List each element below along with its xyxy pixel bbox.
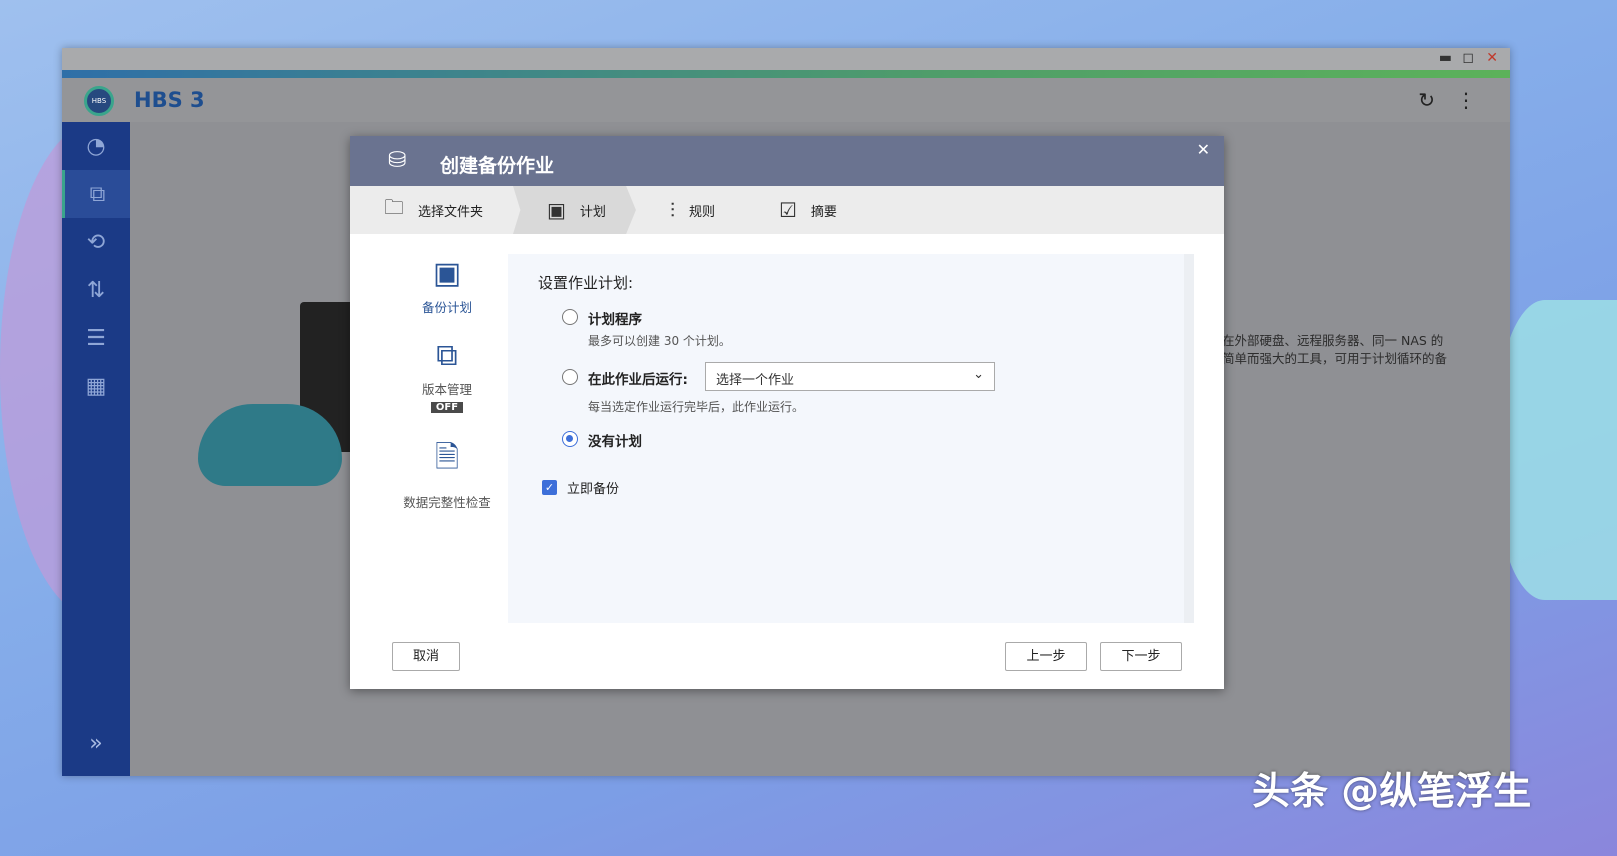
cancel-button[interactable]: 取消 <box>392 642 460 671</box>
accent-stripe <box>62 70 1510 78</box>
sidebar-item-restore[interactable]: ⟲ <box>62 218 130 266</box>
nav-version-management[interactable]: ⧉ 版本管理 OFF <box>394 338 500 413</box>
radio-no-schedule[interactable] <box>562 431 578 447</box>
close-window-button[interactable]: ✕ <box>1486 50 1498 66</box>
nav-integrity-check[interactable]: 🗎 数据完整性检查 <box>394 435 500 511</box>
app-title: HBS 3 <box>134 88 205 112</box>
sidebar-item-backup[interactable]: ⧉ <box>62 170 130 218</box>
radio-scheduler[interactable] <box>562 309 578 325</box>
versions-icon: ⧉ <box>436 338 458 373</box>
clipboard-icon: ☑ <box>778 198 797 222</box>
expand-sidebar-button[interactable]: » <box>62 731 130 756</box>
sidebar: ◔ ⧉ ⟲ ⇅ ☰ ▦ » <box>62 122 130 776</box>
more-menu-icon[interactable]: ⋮ <box>1456 88 1476 112</box>
close-dialog-button[interactable]: ✕ <box>1197 140 1210 159</box>
radio-label: 没有计划 <box>588 434 642 450</box>
next-button[interactable]: 下一步 <box>1100 642 1182 671</box>
calendar-icon: ▣ <box>432 256 462 291</box>
refresh-icon[interactable]: ↻ <box>1418 88 1435 112</box>
step-label: 规则 <box>688 204 715 220</box>
minimize-button[interactable]: ▬ <box>1439 50 1452 66</box>
sidebar-item-storage[interactable]: ☰ <box>62 314 130 362</box>
backup-icon: ⧉ <box>89 181 106 207</box>
nav-label: 数据完整性检查 <box>403 495 491 510</box>
dialog-title: 创建备份作业 <box>440 155 555 177</box>
maximize-button[interactable]: ◻ <box>1462 50 1474 66</box>
sidebar-item-sync[interactable]: ⇅ <box>62 266 130 314</box>
radio-run-after-job[interactable] <box>562 369 578 385</box>
description-line: 简单而强大的工具，可用于计划循环的备 <box>1222 351 1448 366</box>
app-header: HBS HBS 3 ↻ ⋮ <box>62 78 1510 122</box>
step-label: 计划 <box>579 204 606 220</box>
radio-description: 最多可以创建 30 个计划。 <box>588 334 731 348</box>
step-summary[interactable]: ☑ 摘要 <box>745 186 867 234</box>
backup-job-icon: ⛁ <box>388 148 407 173</box>
document-search-icon: 🗎 <box>434 440 460 475</box>
sync-icon: ⇅ <box>86 277 106 303</box>
previous-button[interactable]: 上一步 <box>1005 642 1087 671</box>
background-description: 在外部硬盘、远程服务器、同一 NAS 的 简单而强大的工具，可用于计划循环的备 <box>1222 332 1447 368</box>
step-select-folder[interactable]: 🗀 选择文件夹 <box>350 186 513 234</box>
restore-icon: ⟲ <box>86 229 106 255</box>
checkbox-label: 立即备份 <box>567 482 620 497</box>
dialog-header: ⛁ 创建备份作业 ✕ <box>350 136 1224 186</box>
sidebar-item-services[interactable]: ▦ <box>62 362 130 410</box>
wizard-steps: 🗀 选择文件夹 ▣ 计划 ⫶ 规则 ☑ 摘要 <box>350 186 1224 234</box>
window-titlebar: ▬ ◻ ✕ <box>62 48 1510 70</box>
hbs-logo: HBS <box>84 86 114 116</box>
job-select[interactable]: 选择一个作业 ⌄ <box>705 362 995 391</box>
step-rules[interactable]: ⫶ 规则 <box>636 186 745 234</box>
nav-label: 版本管理 <box>421 382 472 397</box>
services-icon: ▦ <box>85 373 107 399</box>
cloud-illustration <box>198 404 342 486</box>
select-value: 选择一个作业 <box>716 373 795 388</box>
storage-icon: ☰ <box>86 325 106 351</box>
watermark: 头条 @纵笔浮生 <box>1252 769 1532 813</box>
schedule-panel: 设置作业计划: 计划程序 最多可以创建 30 个计划。 在此作业后运行: 选择一… <box>508 254 1194 623</box>
calendar-icon: ▣ <box>547 198 566 222</box>
radio-description: 每当选定作业运行完毕后，此作业运行。 <box>588 400 805 414</box>
step-label: 选择文件夹 <box>418 204 484 220</box>
nav-backup-schedule[interactable]: ▣ 备份计划 <box>394 256 500 316</box>
folder-check-icon: 🗀 <box>384 195 404 219</box>
dashboard-icon: ◔ <box>86 133 106 159</box>
wallpaper-shape <box>1497 300 1617 600</box>
step-label: 摘要 <box>810 204 837 220</box>
sidebar-item-overview[interactable]: ◔ <box>62 122 130 170</box>
settings-nav: ▣ 备份计划 ⧉ 版本管理 OFF 🗎 数据完整性检查 <box>394 256 500 533</box>
chevron-down-icon: ⌄ <box>973 367 984 382</box>
step-schedule[interactable]: ▣ 计划 <box>513 186 636 234</box>
panel-title: 设置作业计划: <box>538 274 634 292</box>
radio-label: 计划程序 <box>588 312 642 328</box>
nav-label: 备份计划 <box>421 300 472 315</box>
description-line: 在外部硬盘、远程服务器、同一 NAS 的 <box>1222 333 1444 348</box>
radio-label: 在此作业后运行: <box>588 372 688 388</box>
create-backup-dialog: ⛁ 创建备份作业 ✕ 🗀 选择文件夹 ▣ 计划 ⫶ 规则 ☑ 摘要 ▣ 备份计划 ⧉ 版本管… <box>350 136 1224 689</box>
backup-now-checkbox[interactable]: ✓ <box>542 480 557 495</box>
status-badge: OFF <box>430 402 464 413</box>
sliders-icon: ⫶ <box>669 198 675 222</box>
